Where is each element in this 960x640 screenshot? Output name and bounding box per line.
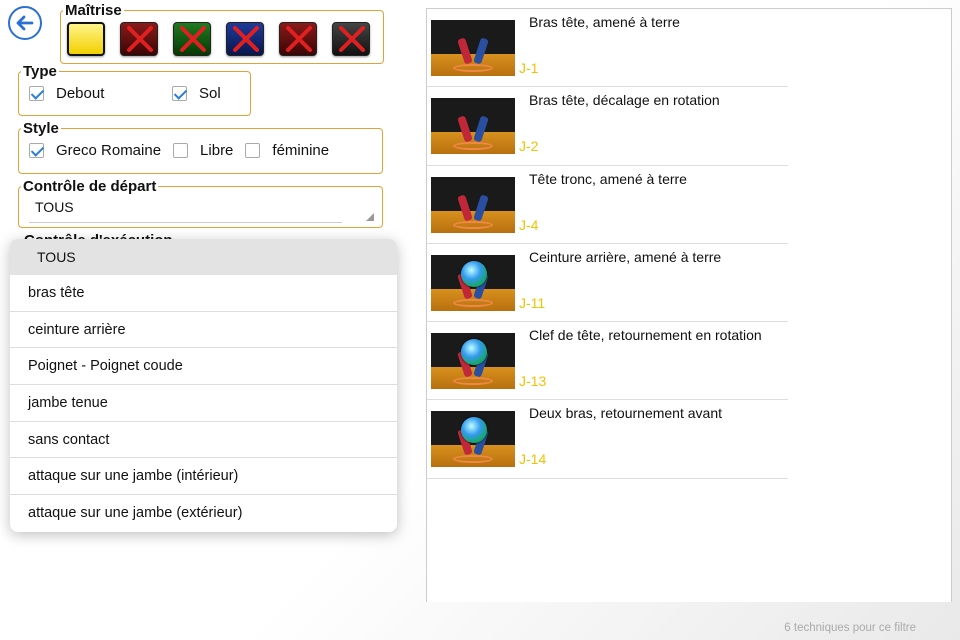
dropdown-option[interactable]: ceinture arrière bbox=[10, 312, 397, 349]
checkbox-sol[interactable] bbox=[172, 86, 187, 101]
technique-code: J-4 bbox=[519, 216, 539, 233]
technique-title: Tête tronc, amené à terre bbox=[529, 170, 687, 187]
technique-code: J-11 bbox=[519, 294, 546, 311]
technique-code: J-2 bbox=[519, 138, 539, 155]
dropdown-arrow-icon[interactable] bbox=[366, 213, 374, 221]
technique-row[interactable]: Ceinture arrière, amené à terre J-11 bbox=[427, 244, 788, 323]
controle-dropdown: TOUS bras tête ceinture arrière Poignet - … bbox=[10, 239, 397, 532]
select-underline bbox=[29, 222, 342, 223]
dropdown-option[interactable]: attaque sur une jambe (intérieur) bbox=[10, 458, 397, 496]
dropdown-option[interactable]: jambe tenue bbox=[10, 385, 397, 422]
globe-icon bbox=[461, 260, 487, 287]
technique-thumbnail bbox=[431, 176, 515, 233]
technique-code: J-13 bbox=[519, 373, 547, 390]
style-label: Style bbox=[23, 120, 59, 137]
checkbox-feminine[interactable] bbox=[245, 143, 261, 158]
red-cross-icon bbox=[286, 26, 312, 52]
technique-thumbnail bbox=[431, 254, 515, 311]
checkbox-libre[interactable] bbox=[173, 143, 189, 158]
dropdown-option[interactable]: Poignet - Poignet coude bbox=[10, 348, 397, 386]
controle-depart-value[interactable]: TOUS bbox=[19, 195, 382, 215]
red-cross-icon bbox=[127, 26, 153, 52]
label-libre: Libre bbox=[200, 142, 234, 159]
technique-thumbnail bbox=[431, 98, 515, 155]
mastery-level-2[interactable] bbox=[120, 22, 158, 56]
technique-row[interactable]: Tête tronc, amené à terre J-4 bbox=[427, 166, 788, 244]
technique-code: J-1 bbox=[519, 60, 539, 76]
type-label: Type bbox=[23, 63, 57, 80]
mastery-level-1[interactable] bbox=[67, 22, 105, 56]
technique-thumbnail bbox=[431, 20, 515, 76]
label-sol: Sol bbox=[199, 85, 221, 102]
technique-title: Bras tête, amené à terre bbox=[529, 14, 680, 30]
mastery-group: Maîtrise bbox=[60, 2, 384, 64]
technique-title: Bras tête, décalage en rotation bbox=[529, 92, 720, 109]
mastery-label: Maîtrise bbox=[65, 2, 122, 19]
dropdown-option[interactable]: bras tête bbox=[10, 275, 397, 312]
red-cross-icon bbox=[339, 26, 365, 52]
label-feminine: féminine bbox=[272, 142, 330, 159]
label-greco-romaine: Greco Romaine bbox=[56, 142, 162, 159]
controle-depart-group[interactable]: Contrôle de départ TOUS bbox=[18, 178, 383, 228]
dropdown-selected-option[interactable]: TOUS bbox=[10, 239, 397, 275]
back-button[interactable] bbox=[8, 6, 42, 40]
mastery-level-4[interactable] bbox=[226, 22, 264, 56]
checkbox-greco-romaine[interactable] bbox=[29, 143, 44, 158]
technique-count: 6 techniques pour ce filtre bbox=[784, 622, 916, 634]
techniques-list: Bras tête, amené à terre J-1 Bras tête, dé… bbox=[426, 8, 952, 602]
red-cross-icon bbox=[180, 26, 206, 52]
technique-row[interactable]: Clef de tête, retournement en rotation J-… bbox=[427, 322, 788, 401]
checkbox-debout[interactable] bbox=[29, 86, 44, 101]
technique-code: J-14 bbox=[519, 451, 547, 468]
technique-thumbnail bbox=[431, 411, 515, 468]
label-debout: Debout bbox=[56, 85, 105, 102]
type-group: Type Debout Sol bbox=[18, 63, 251, 116]
mastery-level-3[interactable] bbox=[173, 22, 211, 56]
technique-row[interactable]: Bras tête, amené à terre J-1 bbox=[427, 9, 788, 88]
technique-title: Deux bras, retournement avant bbox=[529, 405, 722, 422]
mastery-level-5[interactable] bbox=[279, 22, 317, 56]
globe-icon bbox=[461, 339, 487, 366]
technique-thumbnail bbox=[431, 333, 515, 390]
red-cross-icon bbox=[233, 26, 259, 52]
style-group: Style Greco Romaine Libre féminine bbox=[18, 120, 383, 174]
controle-depart-label: Contrôle de départ bbox=[23, 178, 157, 195]
arrow-left-icon bbox=[16, 15, 34, 31]
technique-title: Clef de tête, retournement en rotation bbox=[529, 327, 762, 344]
technique-row[interactable]: Bras tête, décalage en rotation J-2 bbox=[427, 87, 788, 166]
mastery-level-6[interactable] bbox=[332, 22, 370, 56]
technique-title: Ceinture arrière, amené à terre bbox=[529, 248, 722, 265]
dropdown-option[interactable]: sans contact bbox=[10, 422, 397, 459]
technique-row[interactable]: Deux bras, retournement avant J-14 bbox=[427, 400, 788, 479]
dropdown-option[interactable]: attaque sur une jambe (extérieur) bbox=[10, 495, 397, 532]
